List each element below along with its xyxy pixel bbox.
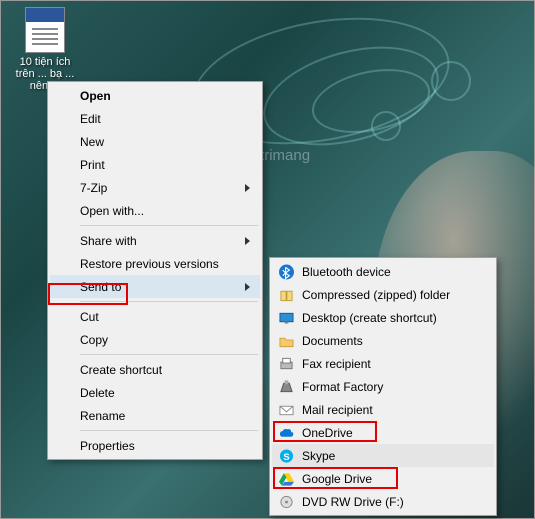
skype-icon: S xyxy=(278,447,295,464)
submenu-arrow-icon xyxy=(245,283,250,291)
bg-swirl xyxy=(371,111,401,141)
menu-label: New xyxy=(80,135,104,149)
menu-label: Format Factory xyxy=(302,380,383,394)
desktop-file[interactable]: 10 tiện ích trên ... bạ ... nên ... xyxy=(15,7,75,92)
menu-label: Print xyxy=(80,158,105,172)
menu-label: Open xyxy=(80,89,111,103)
sendto-skype[interactable]: S Skype xyxy=(272,444,494,467)
menu-restore-versions[interactable]: Restore previous versions xyxy=(50,252,260,275)
menu-edit[interactable]: Edit xyxy=(50,107,260,130)
menu-label: Delete xyxy=(80,386,115,400)
menu-label: Mail recipient xyxy=(302,403,373,417)
menu-copy[interactable]: Copy xyxy=(50,328,260,351)
menu-label: 7-Zip xyxy=(80,181,107,195)
submenu-arrow-icon xyxy=(245,237,250,245)
google-drive-icon xyxy=(278,470,295,487)
sendto-onedrive[interactable]: OneDrive xyxy=(272,421,494,444)
menu-label: DVD RW Drive (F:) xyxy=(302,495,404,509)
bg-swirl xyxy=(431,61,471,101)
documents-folder-icon xyxy=(278,332,295,349)
menu-open-with[interactable]: Open with... xyxy=(50,199,260,222)
menu-open[interactable]: Open xyxy=(50,84,260,107)
menu-delete[interactable]: Delete xyxy=(50,381,260,404)
menu-label: Desktop (create shortcut) xyxy=(302,311,437,325)
menu-cut[interactable]: Cut xyxy=(50,305,260,328)
menu-label: Documents xyxy=(302,334,363,348)
menu-rename[interactable]: Rename xyxy=(50,404,260,427)
menu-label: Send to xyxy=(80,280,121,294)
onedrive-cloud-icon xyxy=(278,424,295,441)
sendto-dvd-drive[interactable]: DVD RW Drive (F:) xyxy=(272,490,494,513)
sendto-mail[interactable]: Mail recipient xyxy=(272,398,494,421)
menu-label: Properties xyxy=(80,439,135,453)
submenu-arrow-icon xyxy=(245,184,250,192)
sendto-fax[interactable]: Fax recipient xyxy=(272,352,494,375)
menu-separator xyxy=(80,354,258,355)
context-menu: Open Edit New Print 7-Zip Open with... S… xyxy=(47,81,263,460)
menu-separator xyxy=(80,301,258,302)
menu-label: Fax recipient xyxy=(302,357,371,371)
desktop-icon xyxy=(278,309,295,326)
fax-icon xyxy=(278,355,295,372)
menu-label: Cut xyxy=(80,310,99,324)
menu-label: Open with... xyxy=(80,204,144,218)
sendto-compressed[interactable]: Compressed (zipped) folder xyxy=(272,283,494,306)
menu-print[interactable]: Print xyxy=(50,153,260,176)
menu-properties[interactable]: Properties xyxy=(50,434,260,457)
menu-new[interactable]: New xyxy=(50,130,260,153)
menu-label: Create shortcut xyxy=(80,363,162,377)
sendto-desktop[interactable]: Desktop (create shortcut) xyxy=(272,306,494,329)
menu-label: Skype xyxy=(302,449,335,463)
word-document-icon xyxy=(25,7,65,53)
menu-send-to[interactable]: Send to xyxy=(50,275,260,298)
menu-label: Rename xyxy=(80,409,125,423)
menu-label: Share with xyxy=(80,234,137,248)
sendto-bluetooth[interactable]: Bluetooth device xyxy=(272,260,494,283)
menu-label: Edit xyxy=(80,112,101,126)
menu-separator xyxy=(80,430,258,431)
menu-share-with[interactable]: Share with xyxy=(50,229,260,252)
dvd-drive-icon xyxy=(278,493,295,510)
zip-icon xyxy=(278,286,295,303)
mail-icon xyxy=(278,401,295,418)
svg-text:S: S xyxy=(283,451,289,461)
bluetooth-icon xyxy=(278,263,295,280)
menu-label: Copy xyxy=(80,333,108,347)
sendto-format-factory[interactable]: Format Factory xyxy=(272,375,494,398)
menu-label: Bluetooth device xyxy=(302,265,391,279)
format-factory-icon xyxy=(278,378,295,395)
menu-7zip[interactable]: 7-Zip xyxy=(50,176,260,199)
menu-label: Restore previous versions xyxy=(80,257,219,271)
menu-separator xyxy=(80,225,258,226)
menu-label: OneDrive xyxy=(302,426,353,440)
sendto-submenu: Bluetooth device Compressed (zipped) fol… xyxy=(269,257,497,516)
sendto-documents[interactable]: Documents xyxy=(272,329,494,352)
menu-label: Compressed (zipped) folder xyxy=(302,288,450,302)
sendto-google-drive[interactable]: Google Drive xyxy=(272,467,494,490)
menu-label: Google Drive xyxy=(302,472,372,486)
menu-create-shortcut[interactable]: Create shortcut xyxy=(50,358,260,381)
